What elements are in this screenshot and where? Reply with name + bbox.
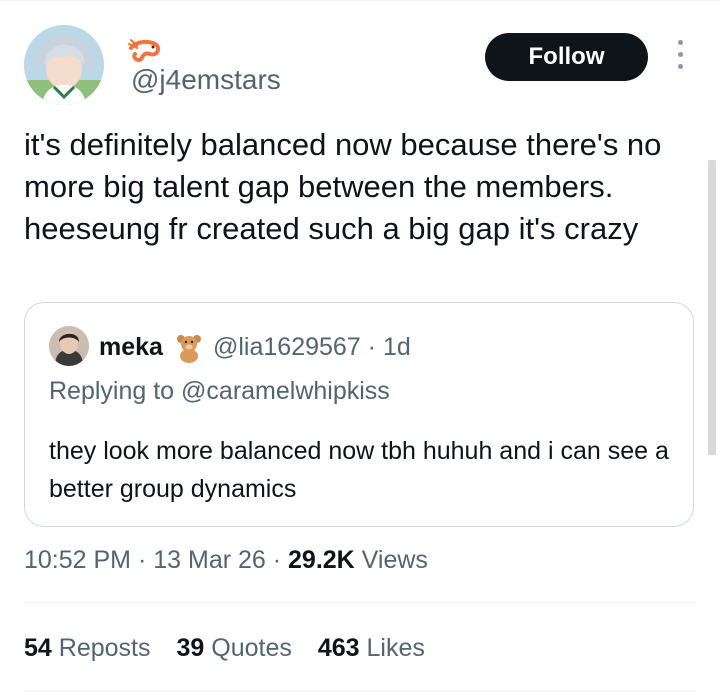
replying-prefix: Replying to xyxy=(49,377,182,405)
reposts-count: 54 xyxy=(24,634,52,662)
likes-count: 463 xyxy=(317,634,360,662)
quoted-author-avatar[interactable] xyxy=(49,326,89,366)
quoted-tweet-text: they look more balanced now tbh huhuh an… xyxy=(49,437,669,503)
meta-separator: · xyxy=(265,546,289,574)
quotes-count: 39 xyxy=(176,634,205,662)
meta-separator: · xyxy=(131,546,154,574)
divider xyxy=(24,602,696,603)
likes-label: Likes xyxy=(359,634,425,662)
top-divider xyxy=(0,0,720,1)
tweet-time[interactable]: 10:52 PM xyxy=(24,546,131,574)
tweet-meta: 10:52 PM · 13 Mar 26 · 29.2K Views xyxy=(24,546,428,575)
scrollbar[interactable] xyxy=(708,160,716,455)
reposts-label: Reposts xyxy=(51,634,151,662)
divider xyxy=(24,690,696,691)
replying-to-line: Replying to @caramelwhipkiss xyxy=(49,377,390,406)
quoted-author-name[interactable]: meka xyxy=(99,333,163,362)
quoted-age: 1d xyxy=(382,333,411,361)
quoted-tweet-card[interactable]: meka @lia1629567 · 1d Replying to @caram… xyxy=(24,302,694,527)
author-handle[interactable]: @j4emstars xyxy=(131,64,281,96)
views-label: Views xyxy=(354,546,428,574)
reposts-stat[interactable]: 54 Reposts xyxy=(24,634,150,663)
replying-to-handle[interactable]: @caramelwhipkiss xyxy=(181,377,390,405)
follow-button[interactable]: Follow xyxy=(485,33,648,81)
author-avatar[interactable] xyxy=(24,25,104,105)
engagement-stats: 54 Reposts 39 Quotes 463 Likes xyxy=(24,634,425,663)
quotes-label: Quotes xyxy=(204,634,292,662)
views-count: 29.2K xyxy=(288,546,355,574)
quoted-handle[interactable]: @lia1629567 xyxy=(213,333,361,361)
likes-stat[interactable]: 463 Likes xyxy=(318,634,425,663)
tweet-date[interactable]: 13 Mar 26 xyxy=(153,546,266,574)
shrimp-icon xyxy=(127,38,161,64)
meta-separator: · xyxy=(360,333,383,361)
more-options-icon[interactable] xyxy=(670,40,690,74)
tweet-text: it's definitely balanced now because the… xyxy=(24,127,662,246)
quotes-stat[interactable]: 39 Quotes xyxy=(176,634,291,663)
quoted-meta: @lia1629567 · 1d xyxy=(213,333,411,362)
teddy-bear-icon xyxy=(175,333,203,363)
